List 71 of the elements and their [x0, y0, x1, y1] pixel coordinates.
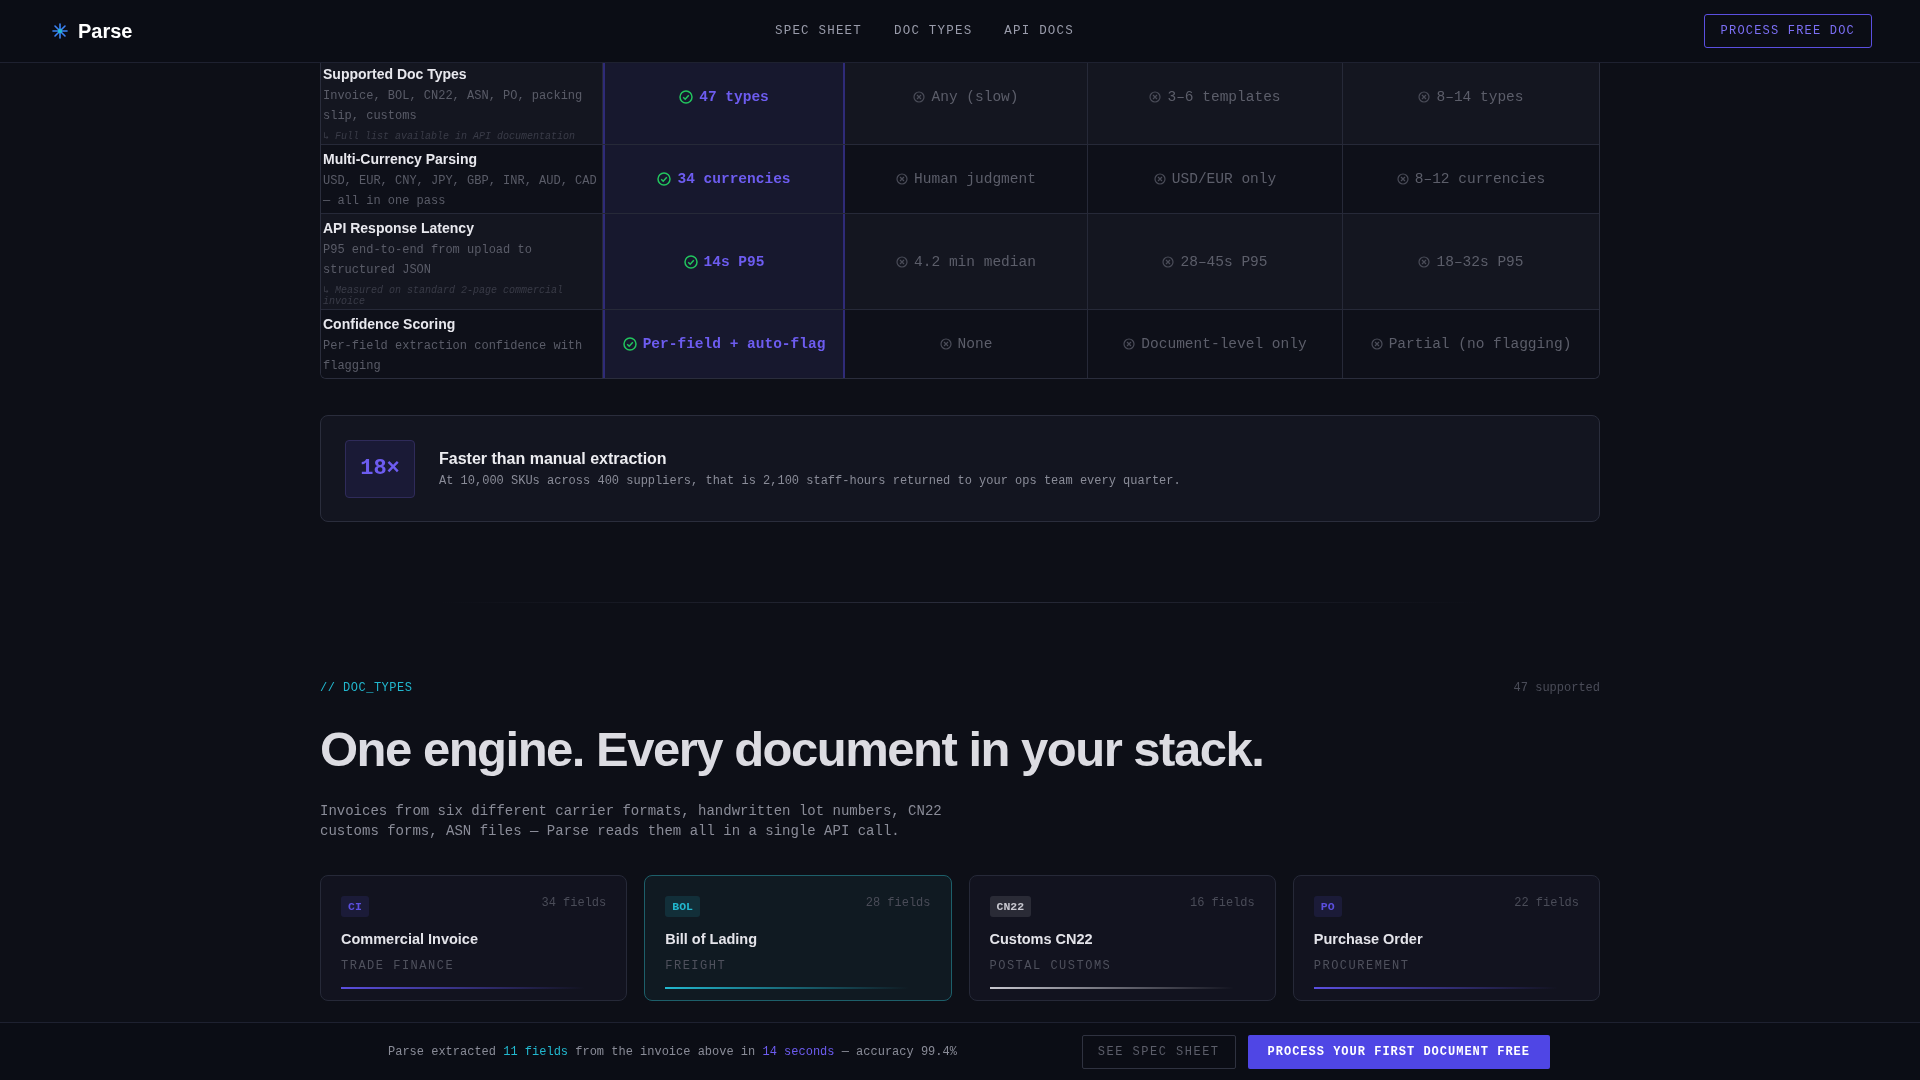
- doc-type-card[interactable]: PO 22 fields Purchase Order PROCUREMENT: [1292, 875, 1600, 1001]
- x-circle-icon: [1149, 91, 1162, 103]
- table-cell: 34 currencies: [603, 145, 845, 213]
- check-circle-icon: [657, 172, 672, 186]
- table-cell: 4.2 min median: [845, 214, 1088, 309]
- feature-description: P95 end-to-end from upload to structured JSON: [323, 242, 533, 279]
- process-document-button[interactable]: PROCESS YOUR FIRST DOCUMENT FREE: [1247, 1034, 1550, 1069]
- table-cell: 14s P95: [603, 214, 845, 309]
- x-circle-icon: [1370, 338, 1383, 350]
- doc-code-badge: BOL: [665, 896, 700, 917]
- feature-name: Multi-Currency Parsing: [323, 151, 479, 167]
- x-circle-icon: [1418, 255, 1431, 268]
- nav-link[interactable]: DOC TYPES: [894, 24, 973, 38]
- feature-description: USD, EUR, CNY, JPY, GBP, INR, AUD, CAD — all in one pass: [323, 173, 598, 210]
- table-cell: 28–45s P95: [1088, 214, 1343, 309]
- feature-name: API Response Latency: [323, 220, 475, 236]
- table-cell: None: [845, 310, 1088, 378]
- stat-title: Faster than manual extraction: [439, 449, 668, 468]
- brand-name: Parse: [78, 19, 133, 43]
- table-cell: Human judgment: [845, 145, 1088, 213]
- field-count: 22 fields: [1514, 896, 1579, 910]
- extraction-summary: Parse extracted 11 fields from the invoice above in 14 seconds — accuracy 99.4%: [388, 1044, 958, 1059]
- feature-name: Confidence Scoring: [323, 316, 457, 332]
- supported-count: 47 supported: [1513, 681, 1600, 695]
- card-category: PROCUREMENT: [1313, 959, 1411, 973]
- section-intro: Invoices from six different carrier formats, handwritten lot numbers, CN22 customs forms, ASN files — Parse reads them all in a single API call.: [320, 802, 943, 841]
- table-cell: Partial (no flagging): [1343, 310, 1599, 378]
- table-cell: 8–12 currencies: [1343, 145, 1599, 213]
- card-title: Commercial Invoice: [341, 931, 479, 947]
- nav-link[interactable]: SPEC SHEET: [775, 24, 862, 38]
- section-heading: One engine. Every document in your stack.: [320, 721, 1265, 777]
- feature-name: Supported Doc Types: [323, 66, 468, 82]
- field-count: 16 fields: [1189, 896, 1255, 910]
- x-circle-icon: [1396, 173, 1409, 185]
- table-cell: USD/EUR only: [1088, 145, 1343, 213]
- field-count: 28 fields: [865, 896, 931, 910]
- card-title: Customs CN22: [989, 931, 1094, 947]
- x-circle-icon: [896, 255, 909, 268]
- card-category: TRADE FINANCE: [341, 959, 456, 973]
- x-circle-icon: [1123, 338, 1136, 350]
- x-circle-icon: [913, 91, 926, 103]
- asterisk-logo-icon: [52, 23, 68, 39]
- table-cell: 18–32s P95: [1343, 214, 1599, 309]
- check-circle-icon: [683, 254, 698, 269]
- card-title: Bill of Lading: [665, 931, 759, 947]
- doc-type-card[interactable]: CI 34 fields Commercial Invoice TRADE FINANCE: [320, 875, 628, 1001]
- x-circle-icon: [1418, 91, 1431, 103]
- x-circle-icon: [896, 173, 909, 185]
- stat-description: At 10,000 SKUs across 400 suppliers, that is 2,100 staff-hours returned to your ops team every quarter.: [439, 473, 1181, 488]
- card-title: Purchase Order: [1313, 931, 1424, 947]
- section-eyebrow: // DOC_TYPES: [320, 681, 413, 695]
- doc-code-badge: CN22: [989, 896, 1032, 917]
- x-circle-icon: [1162, 255, 1175, 268]
- field-count: 34 fields: [541, 896, 607, 910]
- doc-code-badge: CI: [341, 896, 369, 917]
- feature-description: Per-field extraction confidence with flagging: [323, 338, 584, 375]
- doc-code-badge: PO: [1313, 896, 1342, 917]
- process-free-doc-button[interactable]: PROCESS FREE DOC: [1703, 14, 1872, 48]
- feature-description: Invoice, BOL, CN22, ASN, PO, packing slip, customs: [323, 88, 584, 125]
- card-category: POSTAL CUSTOMS: [989, 959, 1113, 973]
- check-circle-icon: [622, 337, 637, 351]
- doc-type-card[interactable]: CN22 16 fields Customs CN22 POSTAL CUSTOMS: [968, 875, 1276, 1001]
- card-category: FREIGHT: [665, 959, 728, 973]
- stat-value: 18×: [345, 439, 415, 498]
- check-circle-icon: [679, 90, 694, 104]
- table-cell: Document-level only: [1088, 310, 1343, 378]
- nav-link[interactable]: API DOCS: [1004, 24, 1074, 38]
- x-circle-icon: [1153, 173, 1166, 185]
- x-circle-icon: [939, 338, 952, 350]
- doc-type-card[interactable]: BOL 28 fields Bill of Lading FREIGHT: [644, 875, 952, 1001]
- table-cell: Per-field + auto-flag: [603, 310, 845, 378]
